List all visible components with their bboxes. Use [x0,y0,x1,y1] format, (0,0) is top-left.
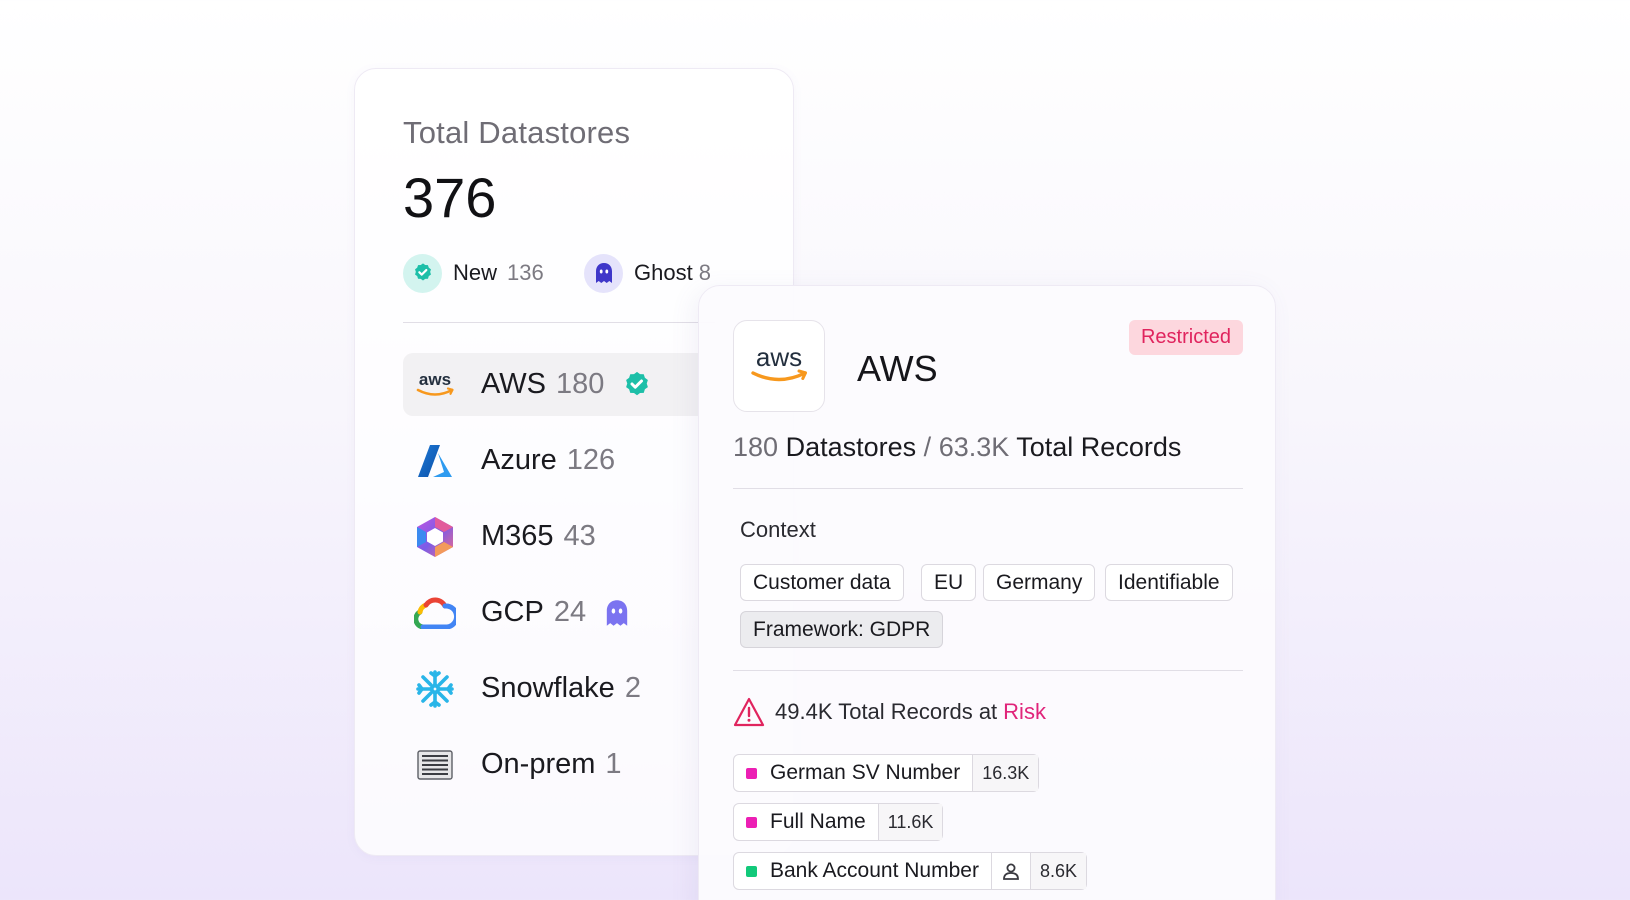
provider-list: aws AWS 180 Azure 126 M365 43 GCP 24 Sno… [403,353,715,809]
aws-logo-icon: aws [733,320,825,412]
provider-count: 43 [563,520,596,552]
aws-logo-icon: aws [413,363,457,407]
user-icon [990,853,1030,889]
ghost-icon [604,599,630,627]
provider-count: 180 [555,368,605,400]
category-dot [746,865,757,877]
record-type-count: 8.6K [1029,853,1086,889]
provider-item-m365[interactable]: M365 43 [403,505,715,568]
detail-divider [733,488,1243,489]
detail-divider [733,670,1243,671]
ghost-count: 8 [698,260,711,285]
provider-item-aws[interactable]: aws AWS 180 [403,353,715,416]
summary-separator: / [923,432,932,462]
m365-logo-icon [413,515,457,559]
azure-logo-icon [413,439,457,483]
total-datastores-value: 376 [403,166,497,229]
risk-summary: 49.4K Total Records at Risk [733,697,1046,727]
provider-name: GCP [481,596,544,628]
provider-count: 1 [605,748,622,780]
risk-word: Risk [1003,699,1046,724]
status-badge: Restricted [1128,320,1243,355]
svg-text:aws: aws [756,344,802,372]
context-tag[interactable]: Customer data [740,564,904,601]
context-tag[interactable]: EU [921,564,977,601]
new-datastores-stat[interactable]: New 136 [403,253,544,293]
record-type-name: German SV Number [770,761,961,784]
record-type-chip[interactable]: Full Name 11.6K [733,803,944,841]
record-type-name: Full Name [770,810,866,833]
ghost-datastores-stat[interactable]: Ghost 8 [584,253,711,293]
context-tag[interactable]: Germany [983,564,1096,601]
category-dot [746,767,757,779]
datastores-count: 180 [733,432,779,462]
provider-item-on-prem[interactable]: On-prem 1 [403,733,715,796]
summary-divider [403,322,715,323]
provider-title: AWS [857,348,938,389]
new-count: 136 [507,260,544,285]
new-label: New [453,260,498,285]
records-count: 63.3K [938,432,1010,462]
record-type-count: 11.6K [877,804,943,840]
framework-tag[interactable]: Framework: GDPR [740,611,944,648]
provider-count: 2 [624,672,641,704]
ghost-icon [584,253,623,293]
server-rack-icon [413,743,457,787]
verified-check-icon [403,253,442,293]
record-type-name: Bank Account Number [770,859,979,882]
provider-name: M365 [481,520,554,552]
category-dot [746,816,757,828]
risk-text: 49.4K Total Records at [775,699,998,724]
context-tag[interactable]: Identifiable [1105,564,1233,601]
datastore-summary: 180 Datastores / 63.3K Total Records [733,432,1181,463]
record-type-count: 16.3K [972,755,1039,791]
record-type-chip[interactable]: German SV Number 16.3K [733,754,1040,792]
records-label: Total Records [1016,432,1182,462]
context-label: Context [740,517,816,542]
provider-item-gcp[interactable]: GCP 24 [403,581,715,644]
provider-item-snowflake[interactable]: Snowflake 2 [403,657,715,720]
svg-text:aws: aws [419,370,451,389]
ghost-label: Ghost [634,260,693,285]
provider-count: 126 [566,444,616,476]
snowflake-logo-icon [413,667,457,711]
total-datastores-label: Total Datastores [403,115,631,150]
provider-name: Snowflake [481,672,615,704]
datastores-label: Datastores [785,432,917,462]
provider-name: On-prem [481,748,596,780]
gcp-logo-icon [413,591,457,635]
warning-triangle-icon [733,697,765,727]
verified-check-icon [622,370,652,400]
provider-name: Azure [481,444,557,476]
provider-detail-card: aws AWS Restricted 180 Datastores / 63.3… [698,285,1276,900]
record-type-chip[interactable]: Bank Account Number 8.6K [733,852,1087,890]
provider-count: 24 [553,596,587,628]
provider-item-azure[interactable]: Azure 126 [403,429,715,492]
provider-name: AWS [481,368,546,400]
